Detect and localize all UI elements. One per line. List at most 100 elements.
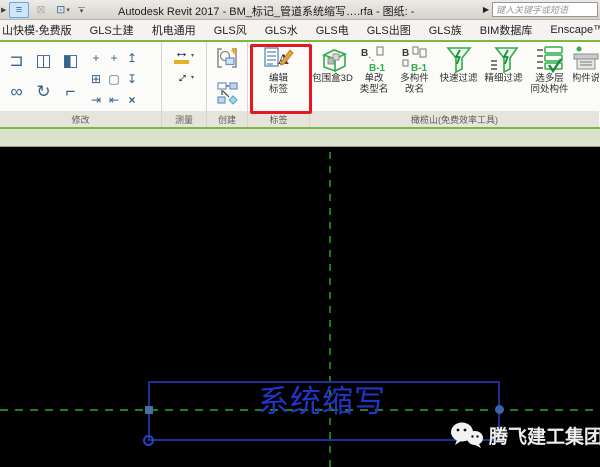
panel-label-tag: 标签 [248,111,309,127]
fine-filter-funnel-icon [489,45,519,73]
create-similar-icon [215,81,239,105]
right-grip-handle[interactable] [495,405,504,414]
window-switch-icon: ⊡ [56,3,65,16]
measure-linear-button[interactable]: ↔ ▾ [174,46,194,64]
move-cross-icon: + [92,51,99,65]
ribbon-lower-strip [0,129,600,147]
svg-text:B-1: B-1 [411,63,428,73]
search-go-icon[interactable]: ▶ [483,5,489,14]
component-info-button[interactable]: 构件说 [573,45,599,114]
ribbon-tab-bar: 山快模-免费版 GLS土建 机电通用 GLS风 GLS水 GLS电 GLS出图 … [0,20,600,42]
rotate-control-icon[interactable] [143,435,154,446]
scale-button: ▢ [105,68,123,89]
watermark: 腾飞建工集团 [450,421,600,449]
panel-tag: A 编辑 标签 标签 [248,42,310,127]
list-icon: ≡ [16,4,22,16]
close-hidden-windows-button: ⊠ [31,2,51,18]
tab-kuaimo[interactable]: 山快模-免费版 [0,20,81,40]
quick-filter-button[interactable]: 快速过滤 [436,45,481,114]
tab-gls-dian[interactable]: GLS电 [307,20,358,40]
panel-label-create: 创建 [207,111,247,127]
svg-text:B: B [361,48,368,59]
offset-icon: ⊐ [9,51,23,71]
drawing-canvas[interactable]: 系统缩写 腾飞建工集团 [0,147,600,467]
create-group-icon [215,46,239,70]
search-input[interactable] [492,2,598,17]
tab-enscape[interactable]: Enscape™ [541,20,600,40]
move-button[interactable]: + [87,47,105,68]
toolbar-expand-icon[interactable]: ▶ [1,6,7,14]
tab-jidian-tongyong[interactable]: 机电通用 [143,20,205,40]
edit-tag-button[interactable]: A 编辑 标签 [248,42,309,111]
split-element-button[interactable]: ◧ [57,45,84,76]
panel-modify: ⊐ ◫ ◧ ∞ ↻ ⌐ + + ↥ ⊞ ▢ ↧ ⇥ ⇤ × [0,42,162,127]
unpin-icon: ↥ [127,51,137,65]
customize-toolbar-button[interactable]: —▾ [75,6,88,14]
split-pencil-icon: ◧ [62,51,78,71]
tab-gls-zu[interactable]: GLS族 [420,20,471,40]
tab-bim-database[interactable]: BIM数据库 [471,20,542,40]
tag-text[interactable]: 系统缩写 [242,384,402,420]
type-properties-button[interactable]: ≡ [9,2,29,18]
rotate-icon: ↻ [36,82,50,102]
create-group-button[interactable] [215,46,239,75]
quick-filter-funnel-icon [444,45,474,73]
rename-single-type-button[interactable]: B B-1 单改 类型名 [355,45,393,114]
copy-button[interactable]: + [105,47,123,68]
wechat-icon [450,421,484,449]
tab-gls-feng[interactable]: GLS风 [205,20,256,40]
align-start-button[interactable]: ⇤ [105,89,123,110]
copy-cross-icon: + [110,51,117,65]
offset-button[interactable]: ⊐ [3,45,30,76]
align-start-icon: ⇤ [109,93,119,107]
array-grid-icon: ⊞ [91,72,101,86]
chevron-down-icon: ▾ [80,10,84,14]
switch-windows-button[interactable]: ⊡▾ [53,2,73,18]
join-circles-icon: ∞ [10,82,22,102]
rename-multi-icon: B B-1 [400,45,430,73]
rename-single-type-icon: B B-1 [359,45,389,73]
create-similar-button[interactable] [215,81,239,110]
tab-gls-chutu[interactable]: GLS出图 [358,20,420,40]
pin-button[interactable]: ↧ [123,68,141,89]
window-close-icon: ⊠ [36,3,45,16]
align-button[interactable]: ◫ [30,45,57,76]
fine-filter-button[interactable]: 精细过滤 [481,45,526,114]
help-search: ▶ [483,2,598,17]
delete-button[interactable]: × [123,89,141,110]
array-button[interactable]: ⊞ [87,68,105,89]
watermark-text: 腾飞建工集团 [489,422,600,449]
measure-diagonal-icon: ↔ [171,67,192,88]
left-grip-handle[interactable] [145,406,153,414]
stacked-layers-check-icon [535,45,565,73]
rename-multi-button[interactable]: B B-1 多构件 改名 [393,45,436,114]
quick-access-toolbar: ▶ ≡ ⊠ ⊡▾ —▾ [0,2,88,18]
panel-olive-tools: 包围盒3D B B-1 单改 类型名 B [310,42,599,127]
rotate-button[interactable]: ↻ [30,76,57,107]
align-end-button[interactable]: ⇥ [87,89,105,110]
measure-linear-icon: ↔ [174,46,189,64]
panel-label-modify: 修改 [0,111,161,127]
trim-corner-icon: ⌐ [66,82,76,102]
tab-gls-tujian[interactable]: GLS土建 [81,20,143,40]
dropdown-arrow-icon[interactable]: ▾ [191,52,194,59]
title-bar: ▶ ≡ ⊠ ⊡▾ —▾ Autodesk Revit 2017 - BM_标记_… [0,0,600,20]
panel-label-measure: 测量 [162,111,206,127]
trim-corner-button[interactable]: ⌐ [57,76,84,107]
delete-x-icon: × [128,93,135,107]
align-icon: ◫ [35,51,51,71]
panel-create: 创建 [207,42,248,127]
bounding-box-3d-button[interactable]: 包围盒3D [310,45,355,114]
svg-text:B-1: B-1 [369,63,386,73]
bounding-box-3d-icon [318,45,348,73]
revit-window: ▶ ≡ ⊠ ⊡▾ —▾ Autodesk Revit 2017 - BM_标记_… [0,0,600,467]
tab-gls-shui[interactable]: GLS水 [256,20,307,40]
align-end-icon: ⇥ [91,93,101,107]
component-desk-icon [573,45,599,73]
measure-angular-button[interactable]: ↔ ▾ [174,70,194,84]
ribbon: ⊐ ◫ ◧ ∞ ↻ ⌐ + + ↥ ⊞ ▢ ↧ ⇥ ⇤ × [0,42,600,127]
window-title: Autodesk Revit 2017 - BM_标记_管道系统缩写….rfa … [118,3,414,19]
join-button[interactable]: ∞ [3,76,30,107]
pin-icon: ↧ [127,72,137,86]
select-multi-floor-button[interactable]: 选多层 同处构件 [526,45,573,114]
